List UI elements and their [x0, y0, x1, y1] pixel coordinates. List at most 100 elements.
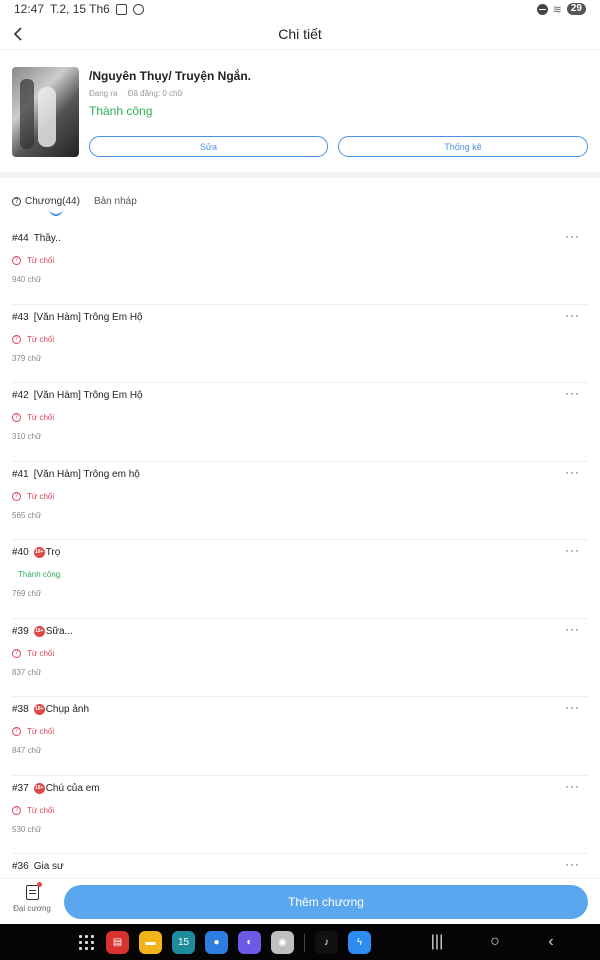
messenger-app-icon[interactable]: ϟ — [348, 931, 371, 954]
more-options-icon[interactable]: ··· — [565, 230, 580, 242]
chapter-status-label: Từ chối — [27, 334, 55, 344]
chapter-list: #44 Thầy.. ···? Từ chối 940 chữ #43 [Văn Hàm] … — [12, 226, 588, 878]
status-time: 12:47 — [14, 2, 45, 16]
app-dock: ▤ ▬ 15 ● ◐ ◉ ♪ ϟ — [76, 931, 371, 954]
tiktok-app-icon[interactable]: ♪ — [315, 931, 338, 954]
browser-app-icon[interactable]: ◐ — [238, 931, 261, 954]
chapter-row[interactable]: #39 18+ Sữa... ···? Từ chối 837 chữ — [12, 619, 588, 697]
recent-apps-button[interactable]: ||| — [428, 933, 446, 951]
adult-content-icon: 18+ — [33, 547, 45, 558]
more-options-icon[interactable]: ··· — [565, 623, 580, 635]
rejected-icon: ? — [12, 727, 21, 736]
chapter-title: #38 18+ Chụp ảnh — [12, 704, 89, 715]
battery-level: 29 — [566, 3, 586, 15]
chapter-title-text: Chụp ảnh — [45, 704, 90, 715]
app-drawer-icon[interactable] — [76, 933, 96, 953]
folder-app-icon[interactable]: ▬ — [139, 931, 162, 954]
outline-button[interactable]: Đại cương — [8, 882, 56, 921]
chapter-status-label: Thành công — [18, 570, 61, 579]
question-icon: ? — [12, 197, 21, 206]
chapter-status: ? Từ chối — [12, 334, 55, 344]
dock-separator — [304, 933, 305, 952]
app-header: Chi tiết — [0, 20, 600, 50]
chapter-number: #39 — [12, 625, 29, 637]
more-options-icon[interactable]: ··· — [565, 701, 580, 713]
chapter-status-label: Từ chối — [27, 805, 55, 815]
more-options-icon[interactable]: ··· — [565, 387, 580, 399]
outline-notes-icon — [25, 882, 42, 900]
chapter-status-label: Từ chối — [27, 256, 55, 265]
chapter-row[interactable]: #43 [Văn Hàm] Trông Em Hộ ···? Từ chối 379 c… — [12, 305, 588, 383]
system-back-button[interactable]: ‹ — [542, 933, 560, 951]
camera-app-icon[interactable]: ◉ — [271, 931, 294, 954]
chapter-title: #42 [Văn Hàm] Trông Em Hộ — [12, 390, 143, 401]
chapter-word-count: 379 chữ — [12, 353, 42, 363]
chapter-status: ? Từ chối — [12, 648, 55, 658]
calendar-app-icon[interactable]: 15 — [172, 931, 195, 954]
chapter-status-label: Từ chối — [27, 491, 55, 501]
accessibility-icon — [132, 3, 144, 15]
chapter-word-count: 769 chữ — [12, 589, 42, 598]
adult-content-icon: 18+ — [33, 704, 45, 715]
chapter-row[interactable]: #36 Gia sư ··· — [12, 854, 588, 878]
notes-app-icon[interactable]: ▤ — [106, 931, 129, 954]
chapter-title: #44 Thầy.. — [12, 233, 61, 244]
chapter-title-text: [Văn Hàm] Trông em hộ — [33, 468, 140, 480]
more-options-icon[interactable]: ··· — [565, 858, 580, 870]
chapter-row[interactable]: #41 [Văn Hàm] Trông em hộ ···? Từ chối 565 c… — [12, 462, 588, 540]
chapter-title-text: [Văn Hàm] Trông Em Hộ — [33, 390, 143, 401]
more-options-icon[interactable]: ··· — [565, 780, 580, 792]
chapter-word-count: 565 chữ — [12, 510, 42, 520]
more-options-icon[interactable]: ··· — [565, 466, 580, 478]
rejected-icon: ? — [12, 334, 21, 344]
chapter-title-text: [Văn Hàm] Trông Em Hộ — [33, 311, 143, 323]
page-title: Chi tiết — [278, 26, 322, 42]
chapter-row[interactable]: #37 18+ Chú của em ···? Từ chối 530 chữ — [12, 776, 588, 854]
chapter-number: #38 — [12, 704, 29, 715]
story-status: Thành công — [89, 104, 153, 118]
chapter-word-count: 847 chữ — [12, 746, 42, 755]
chapter-title-text: Gia sư — [33, 861, 64, 872]
chapter-status-label: Từ chối — [27, 648, 55, 658]
story-cover-image[interactable] — [12, 67, 79, 157]
add-chapter-button[interactable]: Thêm chương — [64, 885, 588, 919]
tab-chapters[interactable]: ? Chương(44) — [12, 196, 80, 207]
tab-drafts-label: Bản nháp — [93, 196, 137, 207]
chapter-row[interactable]: #44 Thầy.. ···? Từ chối 940 chữ — [12, 226, 588, 305]
stats-button[interactable]: Thống kê — [338, 136, 588, 157]
status-bar: 12:47 T.2, 15 Th6 ≋ 29 — [0, 0, 600, 18]
adult-content-icon: 18+ — [33, 782, 45, 794]
chapter-title-text: Trọ — [45, 547, 61, 558]
chapter-row[interactable]: #38 18+ Chụp ảnh ···? Từ chối 847 chữ — [12, 697, 588, 776]
more-options-icon[interactable]: ··· — [565, 309, 580, 321]
story-meta: Đang ra Đã đăng: 0 chữ — [89, 89, 191, 98]
chapter-status-label: Từ chối — [27, 727, 55, 736]
rejected-icon: ? — [12, 256, 21, 265]
rejected-icon: ? — [12, 413, 21, 422]
bottom-action-bar: Đại cương Thêm chương — [0, 878, 600, 924]
more-options-icon[interactable]: ··· — [565, 544, 580, 556]
chapter-number: #41 — [12, 468, 29, 480]
chapter-status: Thành công — [18, 570, 60, 579]
tab-chapters-label: Chương(44) — [25, 196, 80, 207]
chapter-number: #37 — [12, 782, 29, 794]
chapter-title-text: Sữa... — [45, 625, 73, 637]
screenshot-icon — [115, 3, 127, 15]
system-nav-bar: ▤ ▬ 15 ● ◐ ◉ ♪ ϟ ||| ○ ‹ — [0, 924, 600, 960]
chapter-number: #44 — [12, 233, 29, 244]
rejected-icon: ? — [12, 648, 21, 658]
chapter-row[interactable]: #42 [Văn Hàm] Trông Em Hộ ···? Từ chối 310 c… — [12, 383, 588, 462]
do-not-disturb-icon — [536, 3, 548, 15]
tab-drafts[interactable]: Bản nháp — [94, 196, 137, 207]
chapter-row[interactable]: #40 18+ Trọ ··· Thành công 769 chữ — [12, 540, 588, 619]
story-card: /Nguyên Thụy/ Truyện Ngắn. Đang ra Đã đă… — [12, 67, 588, 162]
edit-button[interactable]: Sửa — [89, 136, 328, 157]
home-button[interactable]: ○ — [486, 933, 504, 951]
messages-app-icon[interactable]: ● — [205, 931, 228, 954]
wifi-icon: ≋ — [552, 3, 562, 16]
tab-bar: ? Chương(44) Bản nháp — [12, 196, 151, 220]
rejected-icon: ? — [12, 491, 21, 501]
chapter-number: #42 — [12, 390, 29, 401]
story-posted-count: Đã đăng: 0 chữ — [127, 89, 183, 98]
chapter-title: #43 [Văn Hàm] Trông Em Hộ — [12, 312, 143, 323]
